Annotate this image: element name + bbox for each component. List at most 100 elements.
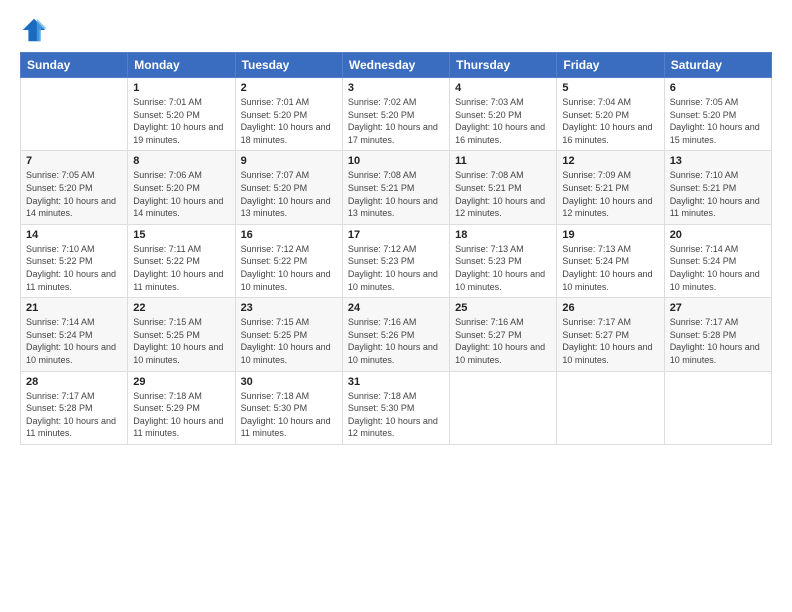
day-info: Sunrise: 7:16 AMSunset: 5:26 PMDaylight:…: [348, 316, 444, 366]
page: SundayMondayTuesdayWednesdayThursdayFrid…: [0, 0, 792, 612]
day-info: Sunrise: 7:17 AMSunset: 5:28 PMDaylight:…: [26, 390, 122, 440]
day-number: 4: [455, 82, 551, 94]
day-number: 2: [241, 82, 337, 94]
day-info: Sunrise: 7:11 AMSunset: 5:22 PMDaylight:…: [133, 243, 229, 293]
calendar-header-wednesday: Wednesday: [342, 53, 449, 78]
day-number: 3: [348, 82, 444, 94]
calendar-cell: 28 Sunrise: 7:17 AMSunset: 5:28 PMDayligh…: [21, 371, 128, 444]
calendar-cell: 25 Sunrise: 7:16 AMSunset: 5:27 PMDayligh…: [450, 298, 557, 371]
day-number: 12: [562, 155, 658, 167]
calendar-week-4: 21 Sunrise: 7:14 AMSunset: 5:24 PMDayligh…: [21, 298, 772, 371]
calendar-cell: 9 Sunrise: 7:07 AMSunset: 5:20 PMDaylight…: [235, 151, 342, 224]
calendar-cell: 12 Sunrise: 7:09 AMSunset: 5:21 PMDayligh…: [557, 151, 664, 224]
day-info: Sunrise: 7:03 AMSunset: 5:20 PMDaylight:…: [455, 96, 551, 146]
calendar-cell: 27 Sunrise: 7:17 AMSunset: 5:28 PMDayligh…: [664, 298, 771, 371]
calendar-cell: 21 Sunrise: 7:14 AMSunset: 5:24 PMDayligh…: [21, 298, 128, 371]
calendar-cell: [664, 371, 771, 444]
calendar-header-saturday: Saturday: [664, 53, 771, 78]
calendar-table: SundayMondayTuesdayWednesdayThursdayFrid…: [20, 52, 772, 445]
day-info: Sunrise: 7:14 AMSunset: 5:24 PMDaylight:…: [670, 243, 766, 293]
day-info: Sunrise: 7:01 AMSunset: 5:20 PMDaylight:…: [241, 96, 337, 146]
day-info: Sunrise: 7:18 AMSunset: 5:30 PMDaylight:…: [241, 390, 337, 440]
day-number: 17: [348, 229, 444, 241]
day-info: Sunrise: 7:04 AMSunset: 5:20 PMDaylight:…: [562, 96, 658, 146]
day-info: Sunrise: 7:18 AMSunset: 5:30 PMDaylight:…: [348, 390, 444, 440]
calendar-cell: 4 Sunrise: 7:03 AMSunset: 5:20 PMDaylight…: [450, 78, 557, 151]
calendar-cell: 15 Sunrise: 7:11 AMSunset: 5:22 PMDayligh…: [128, 224, 235, 297]
day-number: 19: [562, 229, 658, 241]
day-info: Sunrise: 7:06 AMSunset: 5:20 PMDaylight:…: [133, 169, 229, 219]
calendar-cell: 22 Sunrise: 7:15 AMSunset: 5:25 PMDayligh…: [128, 298, 235, 371]
calendar-cell: [21, 78, 128, 151]
calendar-cell: 17Sunrise: 7:12 AMSunset: 5:23 PMDayligh…: [342, 224, 449, 297]
day-number: 9: [241, 155, 337, 167]
day-info: Sunrise: 7:17 AMSunset: 5:28 PMDaylight:…: [670, 316, 766, 366]
logo: [20, 16, 52, 44]
day-number: 13: [670, 155, 766, 167]
day-number: 25: [455, 302, 551, 314]
day-info: Sunrise: 7:05 AMSunset: 5:20 PMDaylight:…: [26, 169, 122, 219]
day-number: 11: [455, 155, 551, 167]
day-info: Sunrise: 7:13 AMSunset: 5:24 PMDaylight:…: [562, 243, 658, 293]
day-number: 8: [133, 155, 229, 167]
calendar-cell: 3 Sunrise: 7:02 AMSunset: 5:20 PMDaylight…: [342, 78, 449, 151]
calendar-cell: 29 Sunrise: 7:18 AMSunset: 5:29 PMDayligh…: [128, 371, 235, 444]
day-number: 10: [348, 155, 444, 167]
calendar-cell: 31 Sunrise: 7:18 AMSunset: 5:30 PMDayligh…: [342, 371, 449, 444]
day-number: 16: [241, 229, 337, 241]
calendar-week-1: 1 Sunrise: 7:01 AMSunset: 5:20 PMDaylight…: [21, 78, 772, 151]
calendar-cell: [557, 371, 664, 444]
day-number: 15: [133, 229, 229, 241]
calendar-cell: 10Sunrise: 7:08 AMSunset: 5:21 PMDayligh…: [342, 151, 449, 224]
day-info: Sunrise: 7:15 AMSunset: 5:25 PMDaylight:…: [133, 316, 229, 366]
calendar-cell: 11 Sunrise: 7:08 AMSunset: 5:21 PMDayligh…: [450, 151, 557, 224]
calendar-cell: 5 Sunrise: 7:04 AMSunset: 5:20 PMDaylight…: [557, 78, 664, 151]
calendar-cell: 14Sunrise: 7:10 AMSunset: 5:22 PMDayligh…: [21, 224, 128, 297]
day-number: 24: [348, 302, 444, 314]
day-number: 1: [133, 82, 229, 94]
day-info: Sunrise: 7:01 AMSunset: 5:20 PMDaylight:…: [133, 96, 229, 146]
day-number: 27: [670, 302, 766, 314]
calendar-week-3: 14Sunrise: 7:10 AMSunset: 5:22 PMDayligh…: [21, 224, 772, 297]
day-info: Sunrise: 7:07 AMSunset: 5:20 PMDaylight:…: [241, 169, 337, 219]
day-info: Sunrise: 7:09 AMSunset: 5:21 PMDaylight:…: [562, 169, 658, 219]
day-info: Sunrise: 7:15 AMSunset: 5:25 PMDaylight:…: [241, 316, 337, 366]
calendar-week-5: 28 Sunrise: 7:17 AMSunset: 5:28 PMDayligh…: [21, 371, 772, 444]
day-number: 31: [348, 376, 444, 388]
calendar-cell: 23 Sunrise: 7:15 AMSunset: 5:25 PMDayligh…: [235, 298, 342, 371]
day-number: 26: [562, 302, 658, 314]
day-number: 29: [133, 376, 229, 388]
day-info: Sunrise: 7:12 AMSunset: 5:22 PMDaylight:…: [241, 243, 337, 293]
day-info: Sunrise: 7:08 AMSunset: 5:21 PMDaylight:…: [455, 169, 551, 219]
calendar-header-monday: Monday: [128, 53, 235, 78]
calendar-header-tuesday: Tuesday: [235, 53, 342, 78]
calendar-cell: 13Sunrise: 7:10 AMSunset: 5:21 PMDayligh…: [664, 151, 771, 224]
calendar-cell: 30Sunrise: 7:18 AMSunset: 5:30 PMDayligh…: [235, 371, 342, 444]
day-info: Sunrise: 7:05 AMSunset: 5:20 PMDaylight:…: [670, 96, 766, 146]
calendar-cell: [450, 371, 557, 444]
day-info: Sunrise: 7:18 AMSunset: 5:29 PMDaylight:…: [133, 390, 229, 440]
day-number: 23: [241, 302, 337, 314]
calendar-cell: 19 Sunrise: 7:13 AMSunset: 5:24 PMDayligh…: [557, 224, 664, 297]
day-info: Sunrise: 7:16 AMSunset: 5:27 PMDaylight:…: [455, 316, 551, 366]
header: [20, 16, 772, 44]
logo-icon: [20, 16, 48, 44]
day-info: Sunrise: 7:02 AMSunset: 5:20 PMDaylight:…: [348, 96, 444, 146]
calendar-cell: 24 Sunrise: 7:16 AMSunset: 5:26 PMDayligh…: [342, 298, 449, 371]
day-info: Sunrise: 7:13 AMSunset: 5:23 PMDaylight:…: [455, 243, 551, 293]
calendar-cell: 1 Sunrise: 7:01 AMSunset: 5:20 PMDaylight…: [128, 78, 235, 151]
day-number: 22: [133, 302, 229, 314]
calendar-cell: 6Sunrise: 7:05 AMSunset: 5:20 PMDaylight…: [664, 78, 771, 151]
calendar-week-2: 7Sunrise: 7:05 AMSunset: 5:20 PMDaylight…: [21, 151, 772, 224]
day-info: Sunrise: 7:10 AMSunset: 5:22 PMDaylight:…: [26, 243, 122, 293]
calendar-header-row: SundayMondayTuesdayWednesdayThursdayFrid…: [21, 53, 772, 78]
day-number: 5: [562, 82, 658, 94]
calendar-cell: 8 Sunrise: 7:06 AMSunset: 5:20 PMDaylight…: [128, 151, 235, 224]
calendar-cell: 18Sunrise: 7:13 AMSunset: 5:23 PMDayligh…: [450, 224, 557, 297]
calendar-cell: 20Sunrise: 7:14 AMSunset: 5:24 PMDayligh…: [664, 224, 771, 297]
day-info: Sunrise: 7:14 AMSunset: 5:24 PMDaylight:…: [26, 316, 122, 366]
day-number: 21: [26, 302, 122, 314]
day-number: 28: [26, 376, 122, 388]
calendar-header-sunday: Sunday: [21, 53, 128, 78]
calendar-cell: 7Sunrise: 7:05 AMSunset: 5:20 PMDaylight…: [21, 151, 128, 224]
